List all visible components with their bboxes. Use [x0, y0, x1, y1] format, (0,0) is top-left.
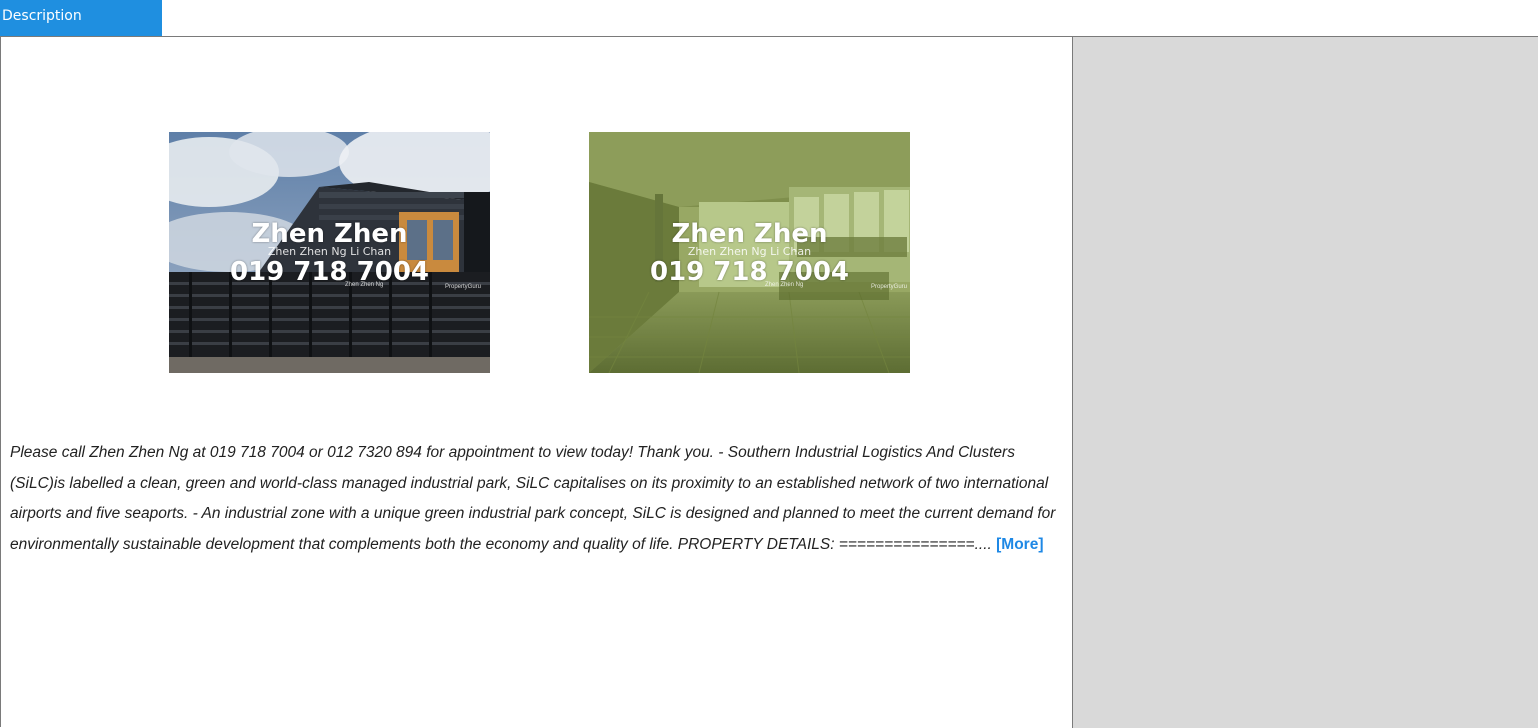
- watermark-name: Zhen Zhen: [251, 219, 408, 249]
- watermark-agent: Zhen Zhen Ng: [765, 282, 804, 288]
- sidebar-panel: [1073, 37, 1538, 728]
- description-body: Please call Zhen Zhen Ng at 019 718 7004…: [10, 444, 1056, 553]
- watermark-brand-logo: PropertyGuru: [871, 284, 908, 290]
- description-text: Please call Zhen Zhen Ng at 019 718 7004…: [10, 438, 1060, 560]
- watermark-phone: 019 718 7004: [229, 257, 429, 287]
- property-photo-exterior[interactable]: Zhen Zhen Zhen Zhen Ng Li Chan 019 718 7…: [169, 132, 490, 373]
- description-panel: Zhen Zhen Zhen Zhen Ng Li Chan 019 718 7…: [0, 36, 1538, 728]
- watermark-name: Zhen Zhen: [671, 219, 828, 249]
- more-link[interactable]: [More]: [996, 536, 1043, 553]
- watermark-brand-logo: PropertyGuru: [445, 284, 482, 290]
- property-photo-interior[interactable]: Zhen Zhen Zhen Zhen Ng Li Chan 019 718 7…: [589, 132, 910, 373]
- description-content: Zhen Zhen Zhen Zhen Ng Li Chan 019 718 7…: [1, 37, 1073, 728]
- description-tab[interactable]: Description: [0, 0, 162, 36]
- watermark-phone: 019 718 7004: [649, 257, 849, 287]
- watermark-agent: Zhen Zhen Ng: [345, 282, 384, 288]
